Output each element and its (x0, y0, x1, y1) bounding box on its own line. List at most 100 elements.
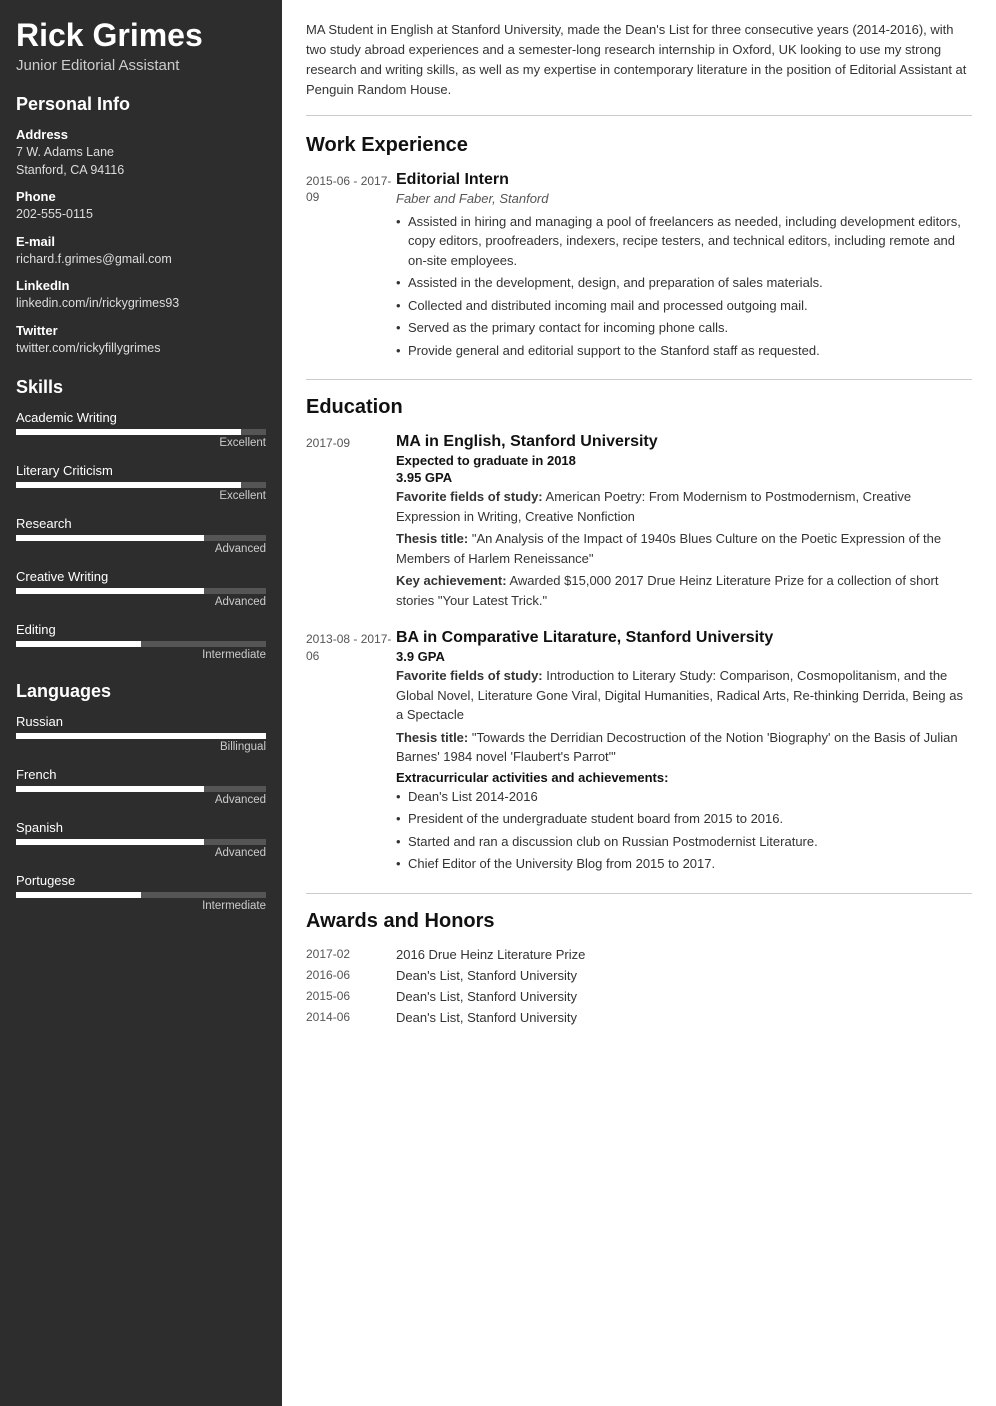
languages-heading: Languages (16, 681, 266, 702)
candidate-title: Junior Editorial Assistant (16, 57, 266, 74)
entry-bullets: Assisted in hiring and managing a pool o… (396, 212, 972, 361)
skill-bar-fill (16, 429, 241, 435)
edu-fields: Favorite fields of study: Introduction t… (396, 666, 972, 725)
skill-name: Academic Writing (16, 410, 266, 425)
skill-name: Creative Writing (16, 569, 266, 584)
language-bar-fill (16, 839, 204, 845)
sidebar: Rick Grimes Junior Editorial Assistant P… (0, 0, 282, 1406)
twitter-value: twitter.com/rickyfillygrimes (16, 340, 266, 358)
summary-text: MA Student in English at Stanford Univer… (306, 20, 972, 116)
language-name: French (16, 767, 266, 782)
skill-name: Literary Criticism (16, 463, 266, 478)
personal-info-heading: Personal Info (16, 94, 266, 115)
entry-date: 2013-08 - 2017-06 (306, 629, 396, 877)
skill-level: Excellent (16, 490, 266, 502)
work-experience-heading: Work Experience (306, 134, 972, 157)
address-line2: Stanford, CA 94116 (16, 162, 266, 180)
linkedin-label: LinkedIn (16, 278, 266, 293)
awards-list: 2017-02 2016 Drue Heinz Literature Prize… (306, 947, 972, 1025)
edu-gpa: 3.9 GPA (396, 649, 972, 664)
language-bar-bg (16, 733, 266, 739)
edu-fields: Favorite fields of study: American Poetr… (396, 487, 972, 526)
skills-heading: Skills (16, 377, 266, 398)
language-bar-bg (16, 839, 266, 845)
language-item: French Advanced (16, 767, 266, 806)
work-entries: 2015-06 - 2017-09 Editorial Intern Faber… (306, 171, 972, 364)
language-level: Billingual (16, 741, 266, 753)
edu-title: MA in English, Stanford University (396, 433, 972, 451)
extra-bullet: Dean's List 2014-2016 (396, 787, 972, 807)
skill-name: Research (16, 516, 266, 531)
language-bar-fill (16, 786, 204, 792)
candidate-name: Rick Grimes (16, 18, 266, 53)
language-bar-bg (16, 892, 266, 898)
language-item: Russian Billingual (16, 714, 266, 753)
address-label: Address (16, 127, 266, 142)
skill-bar-fill (16, 641, 141, 647)
entry-subtitle: Faber and Faber, Stanford (396, 191, 972, 206)
award-date: 2014-06 (306, 1010, 396, 1025)
extra-bullet: President of the undergraduate student b… (396, 809, 972, 829)
language-bar-bg (16, 786, 266, 792)
skill-item: Literary Criticism Excellent (16, 463, 266, 502)
email-value: richard.f.grimes@gmail.com (16, 251, 266, 269)
skill-bar-bg (16, 482, 266, 488)
language-name: Spanish (16, 820, 266, 835)
awards-heading: Awards and Honors (306, 910, 972, 933)
entry-body: BA in Comparative Litarature, Stanford U… (396, 629, 972, 877)
skill-item: Research Advanced (16, 516, 266, 555)
education-heading: Education (306, 396, 972, 419)
award-text: 2016 Drue Heinz Literature Prize (396, 947, 585, 962)
phone-label: Phone (16, 189, 266, 204)
skill-bar-fill (16, 588, 204, 594)
edu-gpa: 3.95 GPA (396, 470, 972, 485)
bullet-item: Served as the primary contact for incomi… (396, 318, 972, 338)
entry-title: Editorial Intern (396, 171, 972, 189)
bullet-item: Assisted in the development, design, and… (396, 273, 972, 293)
skills-list: Academic Writing Excellent Literary Crit… (16, 410, 266, 661)
linkedin-value: linkedin.com/in/rickygrimes93 (16, 295, 266, 313)
work-entry: 2015-06 - 2017-09 Editorial Intern Faber… (306, 171, 972, 364)
skill-level: Advanced (16, 596, 266, 608)
email-label: E-mail (16, 234, 266, 249)
skill-name: Editing (16, 622, 266, 637)
divider-awards (306, 893, 972, 894)
entry-date: 2017-09 (306, 433, 396, 613)
skill-bar-bg (16, 535, 266, 541)
edu-title: BA in Comparative Litarature, Stanford U… (396, 629, 972, 647)
skill-bar-fill (16, 482, 241, 488)
skill-bar-bg (16, 429, 266, 435)
bullet-item: Assisted in hiring and managing a pool o… (396, 212, 972, 271)
award-date: 2017-02 (306, 947, 396, 962)
skill-bar-bg (16, 588, 266, 594)
award-text: Dean's List, Stanford University (396, 989, 577, 1004)
phone-value: 202-555-0115 (16, 206, 266, 224)
extra-bullet: Started and ran a discussion club on Rus… (396, 832, 972, 852)
edu-extra-title: Extracurricular activities and achieveme… (396, 770, 972, 785)
edu-thesis: Thesis title: "Towards the Derridian Dec… (396, 728, 972, 767)
language-name: Russian (16, 714, 266, 729)
award-date: 2016-06 (306, 968, 396, 983)
twitter-label: Twitter (16, 323, 266, 338)
language-bar-fill (16, 892, 141, 898)
bullet-item: Provide general and editorial support to… (396, 341, 972, 361)
award-text: Dean's List, Stanford University (396, 1010, 577, 1025)
extra-bullets: Dean's List 2014-2016President of the un… (396, 787, 972, 874)
language-item: Portugese Intermediate (16, 873, 266, 912)
language-level: Advanced (16, 847, 266, 859)
language-level: Intermediate (16, 900, 266, 912)
award-row: 2016-06 Dean's List, Stanford University (306, 968, 972, 983)
award-row: 2015-06 Dean's List, Stanford University (306, 989, 972, 1004)
award-text: Dean's List, Stanford University (396, 968, 577, 983)
language-item: Spanish Advanced (16, 820, 266, 859)
languages-list: Russian Billingual French Advanced Spani… (16, 714, 266, 912)
main-content: MA Student in English at Stanford Univer… (282, 0, 996, 1406)
edu-achievement: Key achievement: Awarded $15,000 2017 Dr… (396, 571, 972, 610)
entry-body: MA in English, Stanford University Expec… (396, 433, 972, 613)
language-bar-fill (16, 733, 266, 739)
education-entry: 2013-08 - 2017-06 BA in Comparative Lita… (306, 629, 972, 877)
skill-item: Academic Writing Excellent (16, 410, 266, 449)
edu-thesis: Thesis title: "An Analysis of the Impact… (396, 529, 972, 568)
education-entry: 2017-09 MA in English, Stanford Universi… (306, 433, 972, 613)
skill-level: Advanced (16, 543, 266, 555)
